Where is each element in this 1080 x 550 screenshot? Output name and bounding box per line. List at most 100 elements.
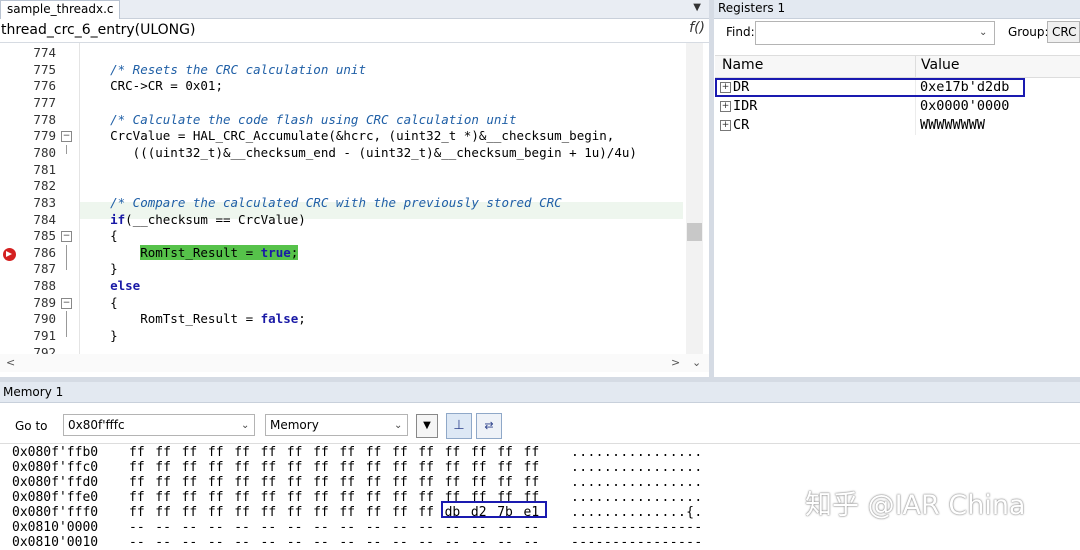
memory-byte[interactable]: -- — [261, 520, 281, 535]
memory-byte[interactable]: -- — [339, 520, 359, 535]
scroll-left-icon[interactable]: < — [6, 356, 15, 369]
code-line[interactable]: 779− CrcValue = HAL_CRC_Accumulate(&hcrc… — [0, 128, 686, 145]
memory-byte[interactable]: -- — [524, 535, 544, 550]
memory-byte[interactable]: -- — [287, 520, 307, 535]
function-list-icon[interactable]: f() — [689, 20, 705, 36]
code-line[interactable]: 777 — [0, 95, 686, 112]
code-line[interactable]: 775 /* Resets the CRC calculation unit — [0, 62, 686, 79]
code-line[interactable]: 782 — [0, 178, 686, 195]
memory-byte[interactable]: ff — [339, 460, 359, 475]
memory-byte[interactable]: ff — [366, 490, 386, 505]
memory-byte[interactable]: -- — [445, 520, 465, 535]
memory-byte[interactable]: ff — [471, 475, 491, 490]
memory-byte[interactable]: ff — [155, 505, 175, 520]
memory-byte[interactable]: -- — [497, 520, 517, 535]
scroll-right-icon[interactable]: > — [671, 356, 680, 369]
memory-byte[interactable]: ff — [208, 445, 228, 460]
memory-byte[interactable]: ff — [497, 475, 517, 490]
memory-byte[interactable]: ff — [261, 460, 281, 475]
memory-row[interactable]: 0x080f'ffb0 ff ff ff ff ff ff ff ff ff ff ff ff ff ff f… — [0, 445, 1080, 460]
editor-scroll-thumb[interactable] — [687, 223, 702, 241]
code-line[interactable]: 776 CRC->CR = 0x01; — [0, 78, 686, 95]
memory-byte[interactable]: ff — [497, 460, 517, 475]
memory-byte[interactable]: ff — [313, 490, 333, 505]
memory-byte[interactable]: ff — [129, 490, 149, 505]
memory-byte[interactable]: ff — [392, 460, 412, 475]
memory-byte[interactable]: ff — [392, 445, 412, 460]
column-separator[interactable] — [915, 56, 916, 77]
memory-byte[interactable]: ff — [182, 490, 202, 505]
code-line[interactable]: 789− { — [0, 295, 686, 312]
memory-byte[interactable]: ff — [155, 460, 175, 475]
memory-byte[interactable]: ff — [182, 460, 202, 475]
column-header-value[interactable]: Value — [921, 57, 959, 73]
memory-byte[interactable]: -- — [129, 520, 149, 535]
code-line[interactable]: 785− { — [0, 228, 686, 245]
memory-byte[interactable]: -- — [418, 520, 438, 535]
memory-row[interactable]: 0x080f'ffc0 ff ff ff ff ff ff ff ff ff ff ff ff ff ff f… — [0, 460, 1080, 475]
memory-byte[interactable]: ff — [339, 505, 359, 520]
memory-byte[interactable]: ff — [418, 475, 438, 490]
memory-byte[interactable]: ff — [129, 505, 149, 520]
memory-byte[interactable]: ff — [524, 445, 544, 460]
memory-byte[interactable]: ff — [471, 460, 491, 475]
memory-byte[interactable]: ff — [313, 445, 333, 460]
code-line[interactable]: 783 /* Compare the calculated CRC with t… — [0, 195, 686, 212]
memory-byte[interactable]: ff — [497, 445, 517, 460]
find-dropdown-icon[interactable]: ⌄ — [979, 27, 987, 38]
memory-byte[interactable]: ff — [287, 475, 307, 490]
memory-byte[interactable]: ff — [129, 445, 149, 460]
memory-byte[interactable]: ff — [339, 490, 359, 505]
breakpoint-current-statement-icon[interactable] — [3, 247, 16, 261]
fold-toggle-icon[interactable]: − — [61, 297, 72, 309]
memory-byte[interactable]: ff — [182, 505, 202, 520]
register-row-cr[interactable]: + CR WWWWWWWW — [715, 116, 1080, 135]
expand-icon[interactable]: + — [720, 120, 731, 131]
memory-byte[interactable]: -- — [208, 535, 228, 550]
memory-byte[interactable]: ff — [208, 460, 228, 475]
memory-byte[interactable]: ff — [366, 475, 386, 490]
current-function-name[interactable]: thread_crc_6_entry(ULONG) — [1, 21, 195, 39]
group-select[interactable]: CRC — [1047, 21, 1080, 43]
memory-byte[interactable]: ff — [287, 460, 307, 475]
memory-byte[interactable]: ff — [129, 460, 149, 475]
memory-byte[interactable]: ff — [234, 490, 254, 505]
memory-byte[interactable]: -- — [261, 535, 281, 550]
memory-byte[interactable]: -- — [392, 535, 412, 550]
memory-row[interactable]: 0x0810'0000 -- -- -- -- -- -- -- -- -- -- -- -- -- -- -… — [0, 520, 1080, 535]
tab-list-dropdown-icon[interactable]: ▼ — [693, 2, 701, 13]
memory-byte[interactable]: ff — [366, 505, 386, 520]
memory-byte[interactable]: -- — [208, 520, 228, 535]
memory-byte[interactable]: ff — [339, 445, 359, 460]
memory-byte[interactable]: ff — [208, 475, 228, 490]
register-row-idr[interactable]: + IDR 0x0000'0000 — [715, 97, 1080, 116]
memory-byte[interactable]: ff — [182, 445, 202, 460]
memory-byte[interactable]: -- — [471, 535, 491, 550]
code-line[interactable]: 784 if(__checksum == CrcValue) — [0, 212, 686, 229]
memory-byte[interactable]: ff — [261, 505, 281, 520]
code-line[interactable]: 788 else — [0, 278, 686, 295]
goto-dropdown-icon[interactable]: ⌄ — [241, 420, 249, 431]
memory-byte[interactable]: -- — [445, 535, 465, 550]
memory-byte[interactable]: -- — [418, 535, 438, 550]
memory-byte[interactable]: -- — [234, 520, 254, 535]
memory-byte[interactable]: -- — [129, 535, 149, 550]
memory-byte[interactable]: -- — [313, 535, 333, 550]
memory-byte[interactable]: ff — [524, 475, 544, 490]
memory-byte[interactable]: ff — [392, 505, 412, 520]
memory-byte[interactable]: -- — [339, 535, 359, 550]
memory-byte[interactable]: ff — [524, 460, 544, 475]
memory-byte[interactable]: ff — [366, 460, 386, 475]
memory-byte[interactable]: ff — [313, 475, 333, 490]
memory-byte[interactable]: ff — [261, 475, 281, 490]
memory-options-button[interactable]: ▼ — [416, 414, 438, 438]
code-line[interactable]: 774 — [0, 45, 686, 62]
memory-byte[interactable]: ff — [418, 505, 438, 520]
memory-byte[interactable]: -- — [155, 520, 175, 535]
memory-byte[interactable]: ff — [261, 490, 281, 505]
memory-byte[interactable]: ff — [418, 460, 438, 475]
memory-byte[interactable]: ff — [445, 460, 465, 475]
code-area[interactable]: 774 775 /* Resets the CRC calculation uni… — [0, 43, 686, 354]
tab-sample-threadx[interactable]: sample_threadx.c — [0, 0, 121, 19]
fold-toggle-icon[interactable]: − — [61, 131, 72, 143]
